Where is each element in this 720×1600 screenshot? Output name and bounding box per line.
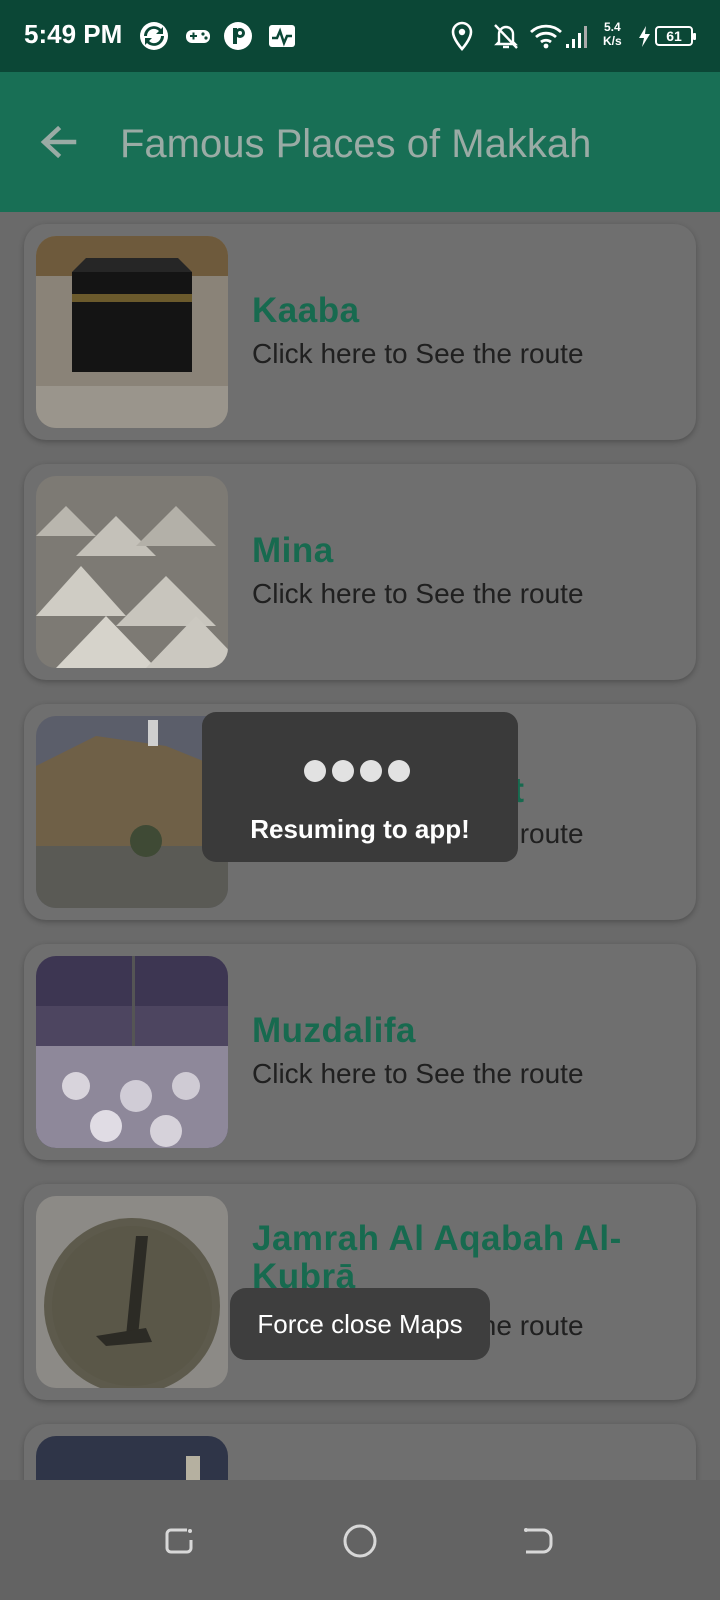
loading-dots (304, 760, 416, 787)
location-icon (451, 21, 473, 51)
place-subtitle: Click here to See the route (252, 338, 584, 369)
place-card-kaaba[interactable]: Kaaba Click here to See the route (24, 224, 696, 440)
muzdalifa-image (36, 956, 228, 1148)
loading-dot (304, 760, 326, 782)
home-icon[interactable] (335, 1516, 385, 1566)
app-toolbar: Famous Places of Makkah (0, 72, 720, 212)
activity-icon (269, 25, 295, 47)
net-speed-unit: K/s (603, 34, 622, 48)
battery-indicator: 61 (655, 26, 696, 46)
place-card-muzdalifa[interactable]: Muzdalifa Click here to See the route (24, 944, 696, 1160)
signal-icon (566, 26, 587, 48)
page-title: Famous Places of Makkah (120, 122, 592, 166)
status-bar: 5:49 PM 5.4 K/s 61 (0, 0, 720, 72)
place-name: Kaaba (252, 291, 360, 330)
bell-off-icon (494, 24, 518, 49)
loading-dialog: Resuming to app! (202, 712, 518, 862)
charging-icon (639, 26, 650, 47)
wifi-icon (530, 24, 562, 49)
place-name: Muzdalifa (252, 1011, 416, 1050)
gamepad-icon (186, 30, 210, 43)
toast-message: Force close Maps (230, 1288, 490, 1360)
loading-dot (388, 760, 410, 782)
jamrah-image (36, 1196, 228, 1388)
net-speed-value: 5.4 (604, 20, 621, 34)
system-nav-bar (0, 1480, 720, 1600)
loading-message: Resuming to app! (250, 814, 470, 844)
place-subtitle: Click here to See the route (252, 578, 584, 609)
arrow-left-icon[interactable] (36, 120, 80, 164)
mina-image (36, 476, 228, 668)
p-icon (224, 22, 252, 50)
place-name: Mina (252, 531, 334, 570)
loading-dot (332, 760, 354, 782)
place-name: Jamrah Al Aqabah Al-Kubrā (252, 1219, 622, 1296)
kaaba-image (36, 236, 228, 428)
place-image (36, 1436, 228, 1480)
sync-icon (140, 22, 168, 50)
back-nav-icon[interactable] (513, 1516, 563, 1566)
place-subtitle: Click here to See the route (252, 1058, 584, 1089)
loading-dot (360, 760, 382, 782)
recent-apps-icon[interactable] (154, 1516, 204, 1566)
net-speed: 5.4 K/s (603, 20, 622, 48)
place-card-mina[interactable]: Mina Click here to See the route (24, 464, 696, 680)
place-card-partial[interactable] (24, 1424, 696, 1480)
arafat-image (36, 716, 228, 908)
status-time: 5:49 PM (24, 19, 123, 49)
